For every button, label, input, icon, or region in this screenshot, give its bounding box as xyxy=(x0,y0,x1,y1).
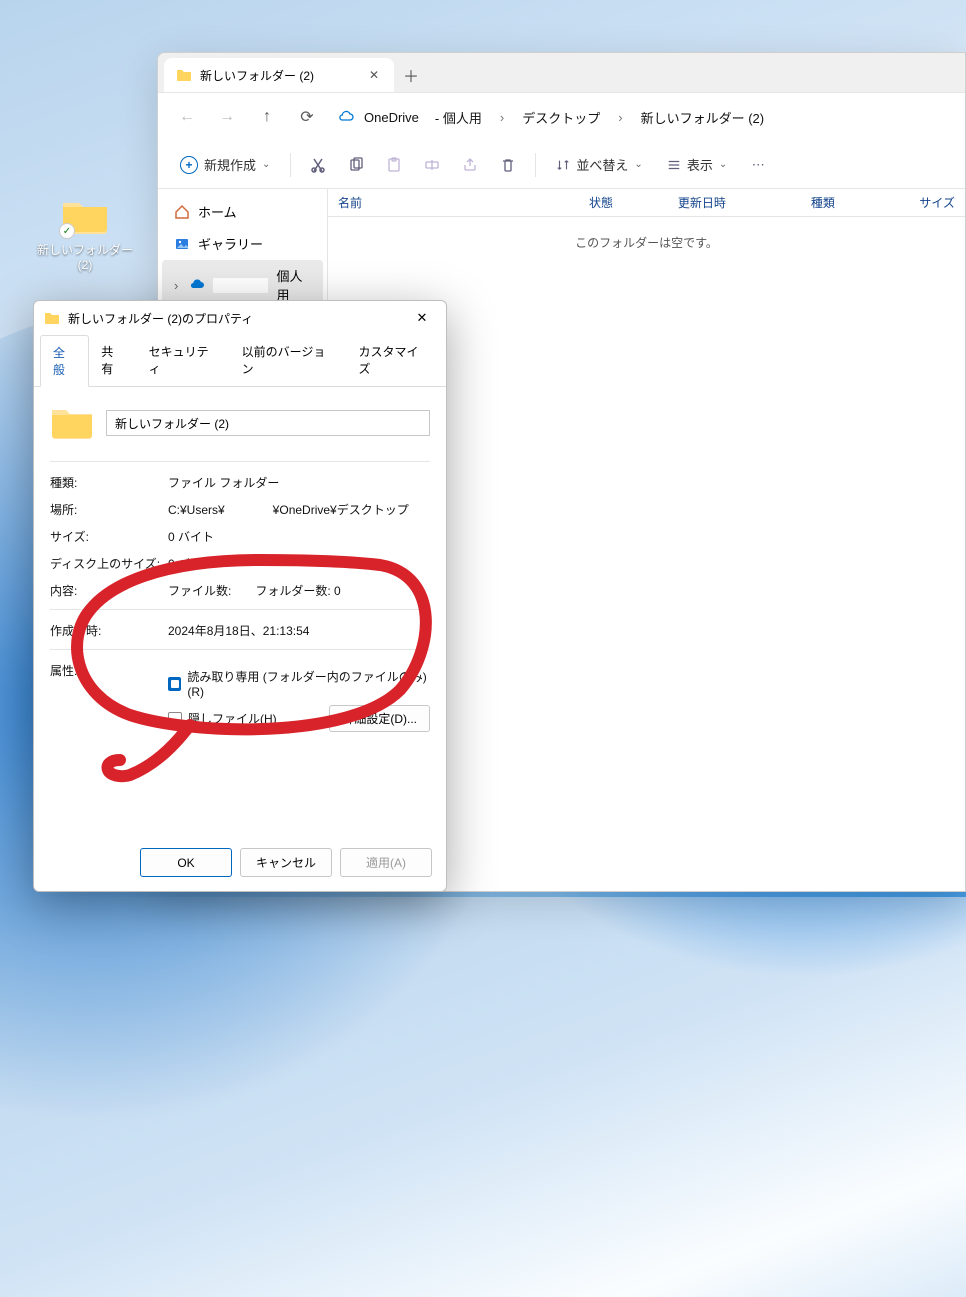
delete-button[interactable] xyxy=(491,151,525,179)
paste-icon xyxy=(386,157,402,173)
tab-close-button[interactable]: ✕ xyxy=(366,67,382,83)
breadcrumb: OneDrive - 個人用 › デスクトップ › 新しいフォルダー (2) xyxy=(330,98,778,137)
bc-current[interactable]: 新しいフォルダー (2) xyxy=(635,104,771,131)
cloud-icon xyxy=(338,109,354,125)
close-button[interactable]: ✕ xyxy=(408,304,436,332)
chevron-down-icon: ⌄ xyxy=(634,159,642,170)
col-header-date[interactable]: 更新日時 xyxy=(668,194,801,211)
refresh-button[interactable]: ⟳ xyxy=(290,100,324,134)
bc-onedrive[interactable]: OneDrive xyxy=(358,106,425,129)
sidebar-item-label: 個人用 xyxy=(276,266,311,304)
view-button[interactable]: 表示 ⌄ xyxy=(657,149,737,180)
tab-security[interactable]: セキュリティ xyxy=(137,335,230,386)
sort-label: 並べ替え xyxy=(576,155,628,174)
sidebar-item-label: ギャラリー xyxy=(198,234,263,253)
bc-desktop[interactable]: デスクトップ xyxy=(516,104,606,131)
cut-button[interactable] xyxy=(301,151,335,179)
sidebar-item-label: ホーム xyxy=(198,202,237,221)
chevron-down-icon: ⌄ xyxy=(719,159,727,170)
readonly-checkbox[interactable] xyxy=(168,677,181,691)
plus-circle-icon: + xyxy=(180,156,198,174)
properties-dialog: 新しいフォルダー (2)のプロパティ ✕ 全般 共有 セキュリティ 以前のバージ… xyxy=(33,300,447,892)
view-label: 表示 xyxy=(687,155,713,174)
folder-icon xyxy=(44,310,60,326)
tab-bar: 新しいフォルダー (2) ✕ ＋ xyxy=(158,53,965,93)
advanced-button[interactable]: 詳細設定(D)... xyxy=(329,705,430,732)
home-icon xyxy=(174,204,190,220)
cancel-button[interactable]: キャンセル xyxy=(240,848,332,877)
tab-title: 新しいフォルダー (2) xyxy=(200,67,314,84)
toolbar: + 新規作成 ⌄ 並べ替え ⌄ 表示 ⌄ ⋯ xyxy=(158,141,965,189)
new-label: 新規作成 xyxy=(204,155,256,174)
label-created: 作成日時: xyxy=(50,622,168,639)
ok-button[interactable]: OK xyxy=(140,848,232,877)
column-headers: 名前 状態 更新日時 種類 サイズ xyxy=(328,189,965,217)
rename-icon xyxy=(424,157,440,173)
sidebar-item-gallery[interactable]: ギャラリー xyxy=(162,228,323,259)
value-disk-size: 0 バイト xyxy=(168,555,430,572)
forward-button: → xyxy=(210,100,244,134)
tab-previous-versions[interactable]: 以前のバージョン xyxy=(230,335,347,386)
tab-current[interactable]: 新しいフォルダー (2) ✕ xyxy=(164,58,394,92)
delete-icon xyxy=(500,157,516,173)
label-content: 内容: xyxy=(50,582,168,599)
chevron-right-icon[interactable]: › xyxy=(174,278,181,293)
more-button[interactable]: ⋯ xyxy=(741,151,775,179)
empty-message: このフォルダーは空です。 xyxy=(328,234,965,251)
share-icon xyxy=(462,157,478,173)
label-location: 場所: xyxy=(50,501,168,518)
value-size: 0 バイト xyxy=(168,528,430,545)
gallery-icon xyxy=(174,236,190,252)
view-icon xyxy=(667,158,681,172)
label-attributes: 属性: xyxy=(50,662,168,679)
hidden-label: 隠しファイル(H) xyxy=(188,710,277,727)
copy-icon xyxy=(348,157,364,173)
tab-share[interactable]: 共有 xyxy=(89,335,136,386)
folder-icon xyxy=(176,67,192,83)
back-button[interactable]: ← xyxy=(170,100,204,134)
readonly-label: 読み取り専用 (フォルダー内のファイルのみ)(R) xyxy=(187,668,430,699)
col-header-size[interactable]: サイズ xyxy=(909,194,965,211)
paste-button[interactable] xyxy=(377,151,411,179)
dialog-titlebar[interactable]: 新しいフォルダー (2)のプロパティ ✕ xyxy=(34,301,446,335)
up-button[interactable]: ↑ xyxy=(250,100,284,134)
nav-bar: ← → ↑ ⟳ OneDrive - 個人用 › デスクトップ › 新しいフォル… xyxy=(158,93,965,141)
new-button[interactable]: + 新規作成 ⌄ xyxy=(170,149,280,180)
desktop-folder-icon[interactable]: ✓ 新しいフォルダー (2) xyxy=(30,195,140,272)
sort-icon xyxy=(556,158,570,172)
col-header-state[interactable]: 状態 xyxy=(579,194,668,211)
value-created: 2024年8月18日、21:13:54 xyxy=(168,622,430,639)
chevron-right-icon: › xyxy=(610,110,630,125)
folder-name-input[interactable] xyxy=(106,410,430,436)
apply-button: 適用(A) xyxy=(340,848,432,877)
col-header-name[interactable]: 名前 xyxy=(328,194,579,211)
value-content: ファイル数: フォルダー数: 0 xyxy=(168,582,430,599)
sync-ok-badge-icon: ✓ xyxy=(59,223,75,239)
more-icon: ⋯ xyxy=(752,157,765,173)
new-tab-button[interactable]: ＋ xyxy=(394,58,428,92)
tabs: 全般 共有 セキュリティ 以前のバージョン カスタマイズ xyxy=(34,335,446,387)
label-size: サイズ: xyxy=(50,528,168,545)
cut-icon xyxy=(310,157,326,173)
col-header-kind[interactable]: 種類 xyxy=(801,194,909,211)
bc-personal[interactable]: - 個人用 xyxy=(429,104,488,131)
onedrive-icon xyxy=(189,277,205,293)
sidebar-item-home[interactable]: ホーム xyxy=(162,196,323,227)
value-location: C:¥Users¥ ¥OneDrive¥デスクトップ xyxy=(168,501,430,518)
tab-general[interactable]: 全般 xyxy=(40,335,89,387)
copy-button[interactable] xyxy=(339,151,373,179)
chevron-right-icon: › xyxy=(492,110,512,125)
dialog-title: 新しいフォルダー (2)のプロパティ xyxy=(68,310,253,327)
folder-large-icon xyxy=(50,403,94,443)
folder-label: 新しいフォルダー (2) xyxy=(30,241,140,272)
share-button[interactable] xyxy=(453,151,487,179)
chevron-down-icon: ⌄ xyxy=(262,159,270,170)
hidden-checkbox[interactable] xyxy=(168,712,182,726)
tab-customize[interactable]: カスタマイズ xyxy=(347,335,440,386)
label-disk-size: ディスク上のサイズ: xyxy=(50,555,168,572)
value-kind: ファイル フォルダー xyxy=(168,474,430,491)
sort-button[interactable]: 並べ替え ⌄ xyxy=(546,149,652,180)
label-kind: 種類: xyxy=(50,474,168,491)
rename-button[interactable] xyxy=(415,151,449,179)
